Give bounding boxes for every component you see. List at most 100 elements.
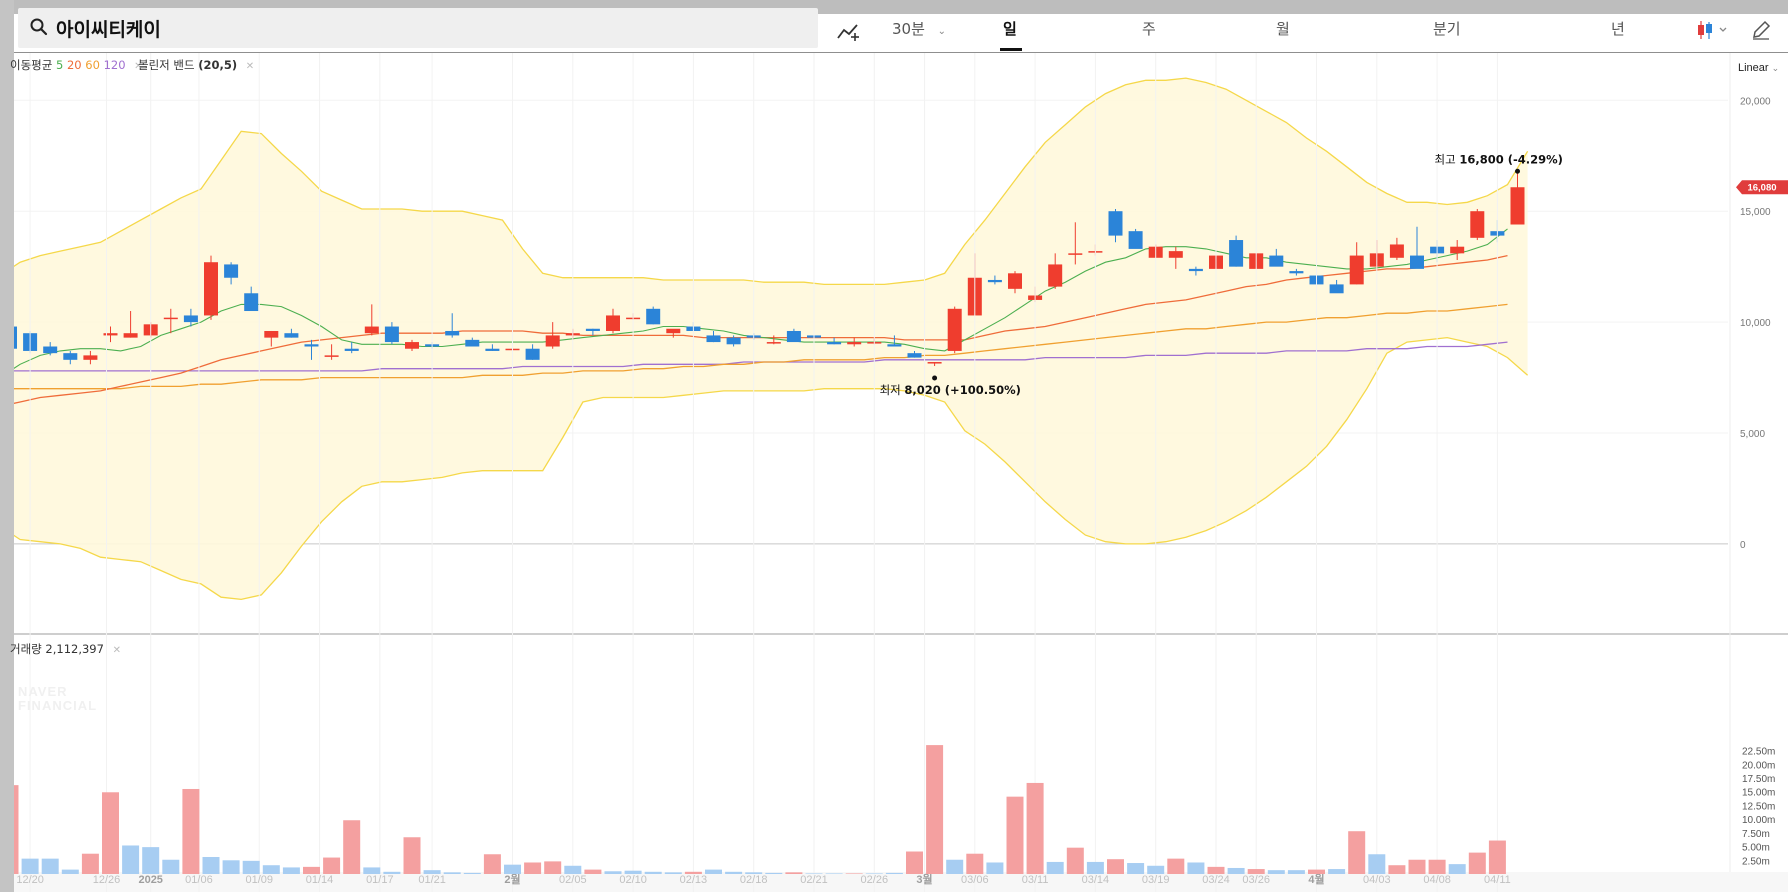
search-box[interactable]: 아이씨티케이 [18,8,818,48]
volume-bar [102,792,119,874]
candle-body [224,264,239,278]
candle-body [1188,268,1203,272]
candle-body [344,348,359,351]
candle-body [1068,253,1083,255]
candle-body [485,348,500,351]
volume-tick-label: 17.50m [1742,774,1775,785]
volume-bar [142,847,160,874]
tab-quarter[interactable]: 분기 [1433,18,1461,39]
candle-body [1450,246,1465,254]
volume-tick-label: 2.50m [1742,856,1770,867]
volume-bar [242,860,260,874]
volume-bar [805,873,823,874]
tab-month[interactable]: 월 [1276,18,1290,39]
volume-bar [524,862,542,874]
low-annotation: 최저 8,020 (+100.50%) [880,383,1021,397]
volume-bar [705,869,722,874]
y-tick-label: 10,000 [1740,318,1771,329]
volume-legend-value: 2,112,397 [45,642,104,656]
candle-body [43,346,58,354]
volume-bar [383,871,401,874]
volume-bar [1107,859,1124,874]
volume-bar [885,872,903,874]
candle-body [1229,240,1244,267]
low-annotation-value: 8,020 (+100.50%) [904,383,1020,397]
volume-tick-label: 5.00m [1742,843,1770,854]
y-tick-label: 20,000 [1740,96,1771,107]
volume-bar [1267,870,1285,874]
candle-body [284,333,299,338]
volume-bar [323,857,341,874]
volume-bar [14,785,19,874]
scale-type-select[interactable]: Linear ⌄ [1738,62,1779,74]
close-icon[interactable]: ✕ [246,61,254,72]
volume-bar [443,872,461,874]
volume-legend-label: 거래량 [10,642,42,656]
volume-bar [1167,858,1185,874]
volume-bar [122,845,140,874]
bb-legend: 볼린저 밴드 (20,5) ✕ [138,57,254,73]
ma20-legend: 20 [66,58,82,72]
volume-bar [1187,862,1205,874]
low-annotation-label: 최저 [880,383,905,397]
volume-bar [785,872,803,874]
high-annotation: 최고 16,800 (-4.29%) [1435,152,1563,166]
candle [947,306,962,354]
volume-bar [303,866,320,874]
candle [1128,228,1143,249]
chart-canvas[interactable]: 12/2012/26202501/0601/0901/1401/1701/212… [14,14,1788,892]
tab-day[interactable]: 일 [1003,18,1017,39]
tab-week[interactable]: 주 [1142,18,1156,39]
chevron-down-icon: ⌄ [937,26,947,37]
y-tick-label: 0 [1740,540,1746,551]
candle-body [1008,273,1022,289]
volume-bar [926,745,944,874]
candle-body [324,355,339,357]
high-annotation-label: 최고 [1435,152,1460,166]
volume-bar [1408,859,1426,874]
candlestick-icon[interactable] [1696,19,1730,41]
volume-bar [865,873,883,874]
candle-body [786,330,801,343]
candle-body [987,279,1002,283]
volume-bar [1066,847,1084,874]
bb-legend-params: (20,5) [198,58,238,72]
candle-body [14,326,17,349]
ma5-legend: 5 [55,58,64,72]
volume-tick-label: 7.50m [1742,829,1770,840]
volume-bar [966,853,984,874]
tab-year[interactable]: 년 [1611,18,1625,39]
interval-select[interactable]: 30분 ⌄ [892,18,946,39]
candle-body [1349,255,1364,285]
candle-body [726,337,741,345]
volume-bar [1388,865,1406,874]
toolbar: 아이씨티케이 30분 ⌄ 일 주 월 분기 년 [14,8,1788,53]
low-marker [932,375,938,381]
volume-tick-label: 12.50m [1742,801,1775,812]
watermark-line-1: NAVER [18,684,68,699]
volume-bar [162,859,180,874]
ma60-legend: 60 [85,58,100,72]
close-icon[interactable]: ✕ [113,645,121,656]
draw-line-icon[interactable] [836,20,862,42]
chart-panel: 12/2012/26202501/0601/0901/1401/1701/212… [10,8,1788,892]
candle-body [1269,255,1284,267]
volume-bar [946,859,964,874]
pencil-icon[interactable] [1750,19,1772,41]
candle [1229,235,1244,267]
left-shade [0,0,14,892]
volume-bar [403,837,421,874]
volume-bar [61,869,79,874]
volume-bar [463,872,481,874]
active-tab-indicator [1000,48,1022,51]
ma120-legend: 120 [103,58,126,72]
volume-bar [1247,869,1265,874]
bb-legend-label: 볼린저 밴드 [138,58,195,72]
candle-body [123,333,138,338]
search-input[interactable]: 아이씨티케이 [56,15,161,42]
volume-bar [21,858,39,874]
search-icon [30,18,48,36]
candle-body [907,353,922,358]
candle-body [264,330,279,338]
candle-body [666,328,681,334]
